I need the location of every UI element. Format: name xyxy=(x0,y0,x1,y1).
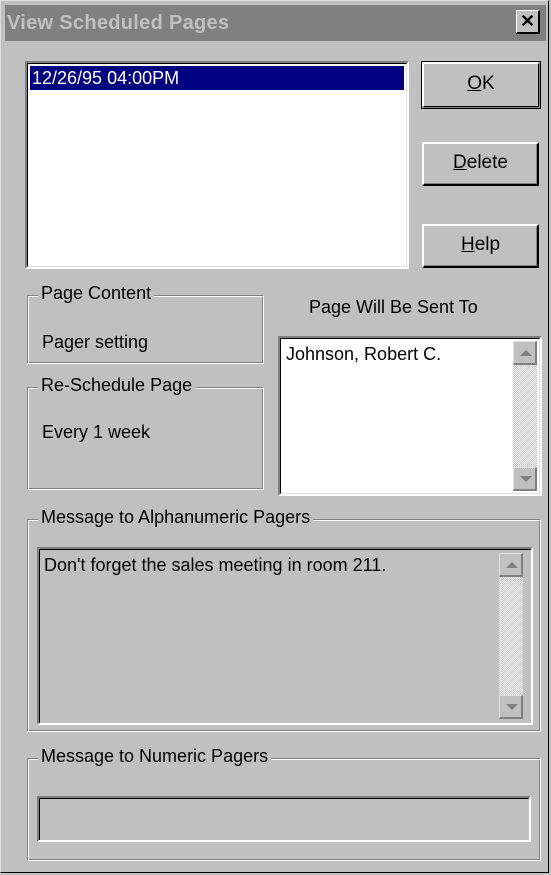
alpha-message-text: Don't forget the sales meeting in room 2… xyxy=(44,555,387,575)
alpha-message-textbox[interactable]: Don't forget the sales meeting in room 2… xyxy=(37,547,533,725)
recipient-item[interactable]: Johnson, Robert C. xyxy=(286,344,441,365)
scroll-down-button[interactable] xyxy=(513,467,537,491)
alpha-message-scrollbar[interactable] xyxy=(499,553,523,719)
help-button[interactable]: Help xyxy=(422,224,539,268)
recipients-list[interactable]: Johnson, Robert C. xyxy=(278,336,542,496)
numeric-message-field[interactable] xyxy=(37,796,531,842)
alpha-message-label: Message to Alphanumeric Pagers xyxy=(38,507,314,528)
reschedule-label: Re-Schedule Page xyxy=(38,375,196,396)
sent-to-label: Page Will Be Sent To xyxy=(309,297,478,317)
title-bar[interactable]: View Scheduled Pages ✕ xyxy=(5,5,546,41)
close-button[interactable]: ✕ xyxy=(516,10,540,34)
view-scheduled-pages-dialog: View Scheduled Pages ✕ 12/26/95 04:00PM … xyxy=(0,0,549,873)
scroll-down-button[interactable] xyxy=(499,695,523,719)
numeric-message-label: Message to Numeric Pagers xyxy=(38,746,272,767)
reschedule-value: Every 1 week xyxy=(42,422,151,442)
arrow-up-icon xyxy=(520,350,532,356)
page-content-group: Page Content Pager setting xyxy=(27,283,264,364)
scroll-up-button[interactable] xyxy=(499,553,523,577)
page-content-label: Page Content xyxy=(38,283,155,304)
scheduled-pages-list[interactable]: 12/26/95 04:00PM xyxy=(25,61,409,269)
arrow-up-icon xyxy=(506,562,518,568)
list-item-selected[interactable]: 12/26/95 04:00PM xyxy=(30,66,404,90)
close-icon: ✕ xyxy=(519,11,536,31)
arrow-down-icon xyxy=(506,704,518,710)
delete-button[interactable]: Delete xyxy=(422,142,539,186)
recipients-scrollbar[interactable] xyxy=(513,341,537,491)
ok-button[interactable]: OK xyxy=(421,61,541,109)
page-content-value: Pager setting xyxy=(42,332,149,352)
reschedule-group: Re-Schedule Page Every 1 week xyxy=(27,375,264,490)
window-title: View Scheduled Pages xyxy=(7,12,230,34)
arrow-down-icon xyxy=(520,476,532,482)
scroll-up-button[interactable] xyxy=(513,341,537,365)
